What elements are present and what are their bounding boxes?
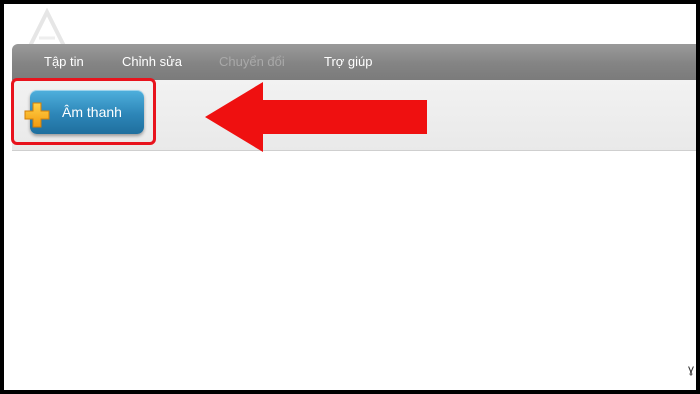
menu-convert: Chuyển đổi (219, 54, 285, 69)
content-area (12, 151, 696, 390)
add-audio-label: Âm thanh (62, 104, 122, 120)
pointer-arrow-icon (205, 82, 427, 152)
menu-file[interactable]: Tập tin (44, 44, 84, 80)
plus-icon (24, 102, 50, 128)
corner-mark: ɣ (688, 362, 695, 376)
menu-help[interactable]: Trợ giúp (324, 44, 373, 80)
app-logo-icon (28, 8, 66, 47)
app-window: Tập tin Chỉnh sửa Chuyển đổi Trợ giúp (4, 4, 696, 390)
menu-bar: Tập tin Chỉnh sửa Chuyển đổi Trợ giúp (12, 44, 696, 80)
menu-edit[interactable]: Chỉnh sửa (122, 44, 182, 80)
